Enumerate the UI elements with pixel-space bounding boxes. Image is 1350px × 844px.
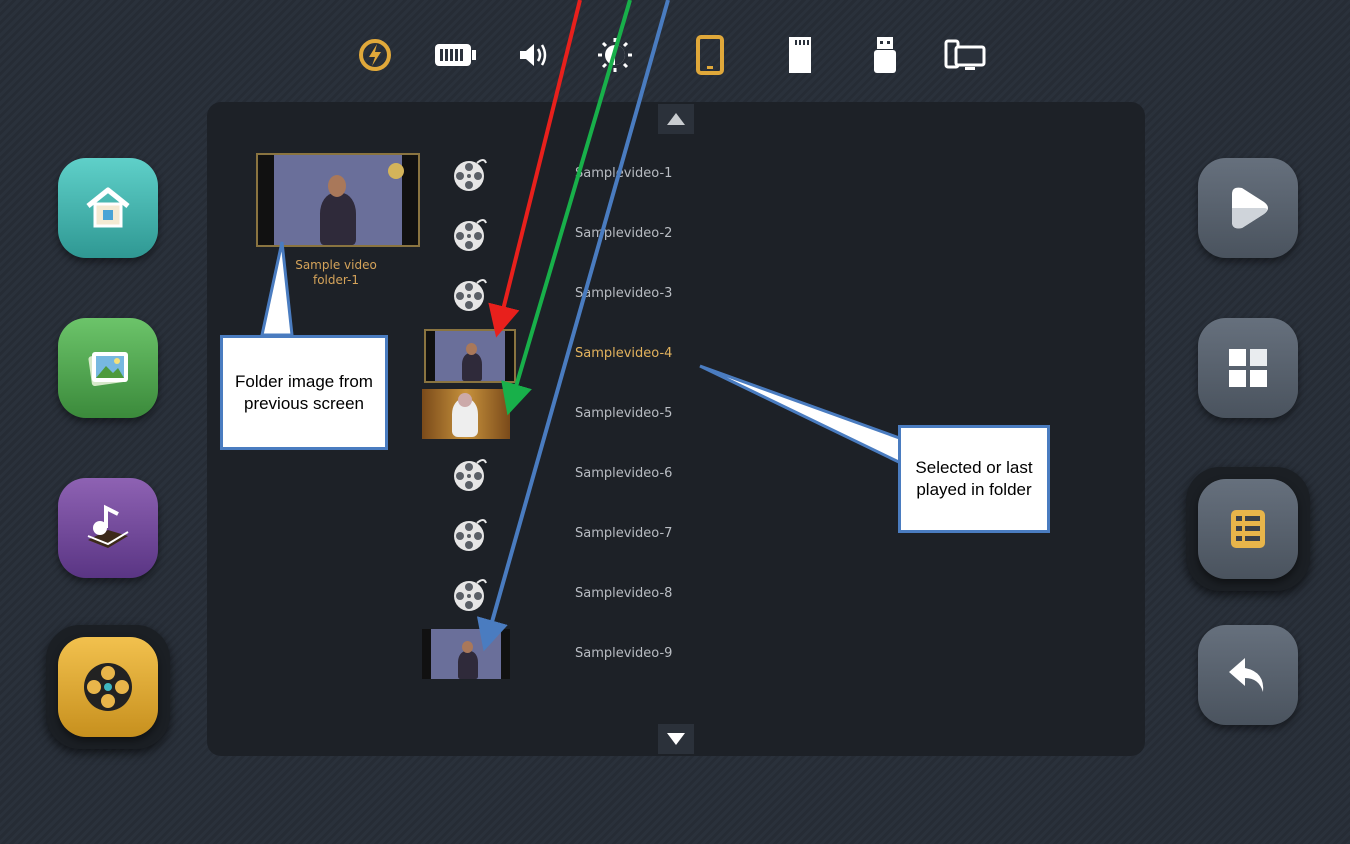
- video-thumbnail[interactable]: [422, 389, 510, 439]
- video-label[interactable]: Samplevideo-1: [575, 166, 672, 181]
- list-view-button[interactable]: [1198, 479, 1298, 579]
- folder-label-line2: folder-1: [312, 273, 360, 287]
- brightness-icon: [590, 30, 640, 80]
- play-icon: [1232, 187, 1268, 229]
- selected-callout: Selected or last played in folder: [898, 425, 1050, 533]
- scroll-down-button[interactable]: [658, 724, 694, 754]
- video-label[interactable]: Samplevideo-5: [575, 406, 672, 421]
- home-button[interactable]: [58, 158, 158, 258]
- video-label[interactable]: Samplevideo-9: [575, 646, 672, 661]
- selected-callout-text: Selected or last played in folder: [915, 458, 1033, 499]
- photos-button[interactable]: [58, 318, 158, 418]
- film-reel-icon[interactable]: [450, 455, 490, 495]
- film-reel-icon[interactable]: [450, 275, 490, 315]
- status-bar: [350, 30, 1010, 80]
- videos-button[interactable]: [58, 637, 158, 737]
- video-label[interactable]: Samplevideo-3: [575, 286, 672, 301]
- photos-icon: [88, 352, 128, 386]
- scroll-up-button[interactable]: [658, 104, 694, 134]
- play-button[interactable]: [1198, 158, 1298, 258]
- back-arrow-icon: [1229, 658, 1264, 692]
- list-icon: [1231, 510, 1265, 548]
- folder-label-line1: Sample video: [295, 258, 377, 272]
- video-label[interactable]: Samplevideo-4: [575, 346, 672, 361]
- film-reel-icon[interactable]: [450, 155, 490, 195]
- grid-icon: [1229, 349, 1267, 387]
- video-label[interactable]: Samplevideo-8: [575, 586, 672, 601]
- film-reel-icon: [84, 663, 132, 711]
- folder-callout-text: Folder image from previous screen: [235, 371, 373, 413]
- grid-view-button[interactable]: [1198, 318, 1298, 418]
- video-label[interactable]: Samplevideo-6: [575, 466, 672, 481]
- charging-icon: [350, 30, 400, 80]
- folder-thumbnail[interactable]: [256, 153, 420, 247]
- music-button[interactable]: [58, 478, 158, 578]
- video-thumbnail[interactable]: [422, 629, 510, 679]
- folder-callout: Folder image from previous screen: [220, 335, 388, 450]
- battery-icon: [430, 30, 480, 80]
- usb-drive-icon[interactable]: [860, 30, 910, 80]
- sd-card-icon[interactable]: [775, 30, 825, 80]
- video-label[interactable]: Samplevideo-7: [575, 526, 672, 541]
- triangle-down-icon: [667, 733, 685, 745]
- video-label[interactable]: Samplevideo-2: [575, 226, 672, 241]
- display-mirror-icon[interactable]: [940, 30, 990, 80]
- video-thumbnail[interactable]: [424, 329, 516, 383]
- volume-icon: [510, 30, 560, 80]
- film-reel-icon[interactable]: [450, 515, 490, 555]
- triangle-up-icon: [667, 113, 685, 125]
- film-reel-icon[interactable]: [450, 215, 490, 255]
- folder-label: Sample video folder-1: [254, 258, 418, 288]
- back-button[interactable]: [1198, 625, 1298, 725]
- film-reel-icon[interactable]: [450, 575, 490, 615]
- music-book-icon: [87, 504, 129, 548]
- tablet-icon[interactable]: [685, 30, 735, 80]
- home-icon: [86, 187, 130, 228]
